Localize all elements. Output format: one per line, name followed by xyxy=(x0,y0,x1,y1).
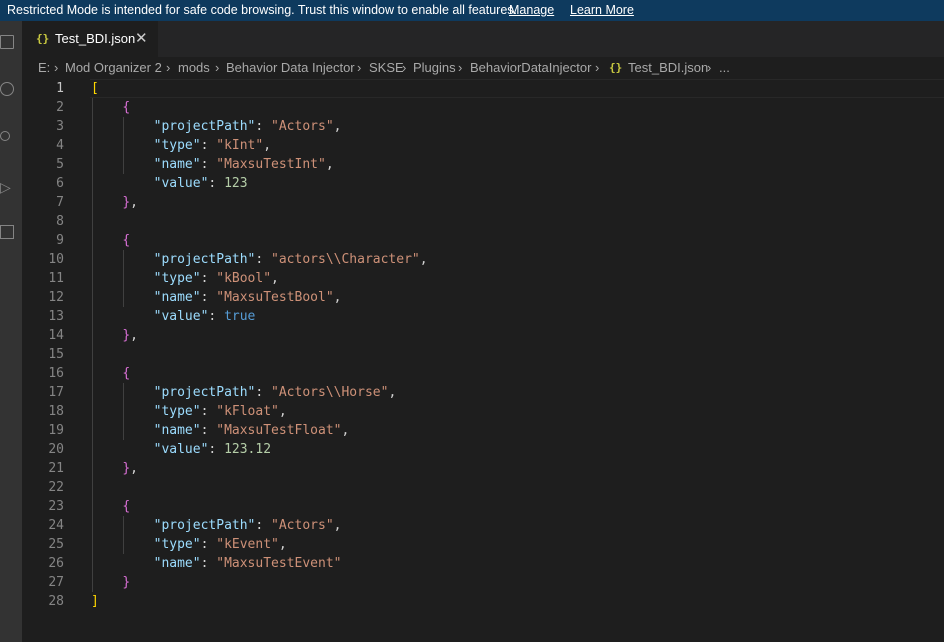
code-line: 21 }, xyxy=(48,461,138,476)
code-line: 13 "value": true xyxy=(48,309,256,324)
code-line: 12 "name": "MaxsuTestBool", xyxy=(48,290,342,305)
breadcrumb-item-behavior-data-injector[interactable]: Behavior Data Injector xyxy=(226,57,355,79)
chevron-right-icon: › xyxy=(595,60,600,75)
code-line: 8 xyxy=(56,214,64,229)
chevron-right-icon: › xyxy=(166,60,171,75)
breadcrumb-item-skse[interactable]: SKSE xyxy=(369,57,404,79)
code-line: 27 } xyxy=(48,575,131,590)
chevron-right-icon: › xyxy=(54,60,59,75)
code-line: 20 "value": 123.12 xyxy=(48,442,272,457)
code-line: 28] xyxy=(48,594,99,609)
code-line: 24 "projectPath": "Actors", xyxy=(48,518,342,533)
breadcrumb: E: › Mod Organizer 2 › mods › Behavior D… xyxy=(22,57,944,79)
tab-bar: {} Test_BDI.json ✕ xyxy=(22,21,944,57)
code-line: 14 }, xyxy=(48,328,138,343)
code-line: 1[ xyxy=(56,81,99,96)
code-line: 5 "name": "MaxsuTestInt", xyxy=(56,157,334,172)
code-line: 17 "projectPath": "Actors\\Horse", xyxy=(48,385,397,400)
banner-message: Restricted Mode is intended for safe cod… xyxy=(7,3,517,17)
json-file-icon: {} xyxy=(36,32,50,45)
learn-more-link[interactable]: Learn More xyxy=(570,0,634,20)
close-icon[interactable]: ✕ xyxy=(135,21,148,57)
code-line: 18 "type": "kFloat", xyxy=(48,404,287,419)
breadcrumb-item-plugins[interactable]: Plugins xyxy=(413,57,456,79)
json-file-icon: {} xyxy=(609,61,623,74)
explorer-icon[interactable] xyxy=(0,35,14,49)
breadcrumb-item-mods[interactable]: mods xyxy=(178,57,210,79)
code-line: 4 "type": "kInt", xyxy=(56,138,272,153)
code-line: 22 xyxy=(48,480,64,495)
tab-test-bdi-json[interactable]: {} Test_BDI.json ✕ xyxy=(22,21,158,57)
code-line: 7 }, xyxy=(56,195,138,210)
code-line: 10 "projectPath": "actors\\Character", xyxy=(48,252,428,267)
tab-label: Test_BDI.json xyxy=(55,31,136,46)
breadcrumb-item-behaviordatainjector[interactable]: BehaviorDataInjector xyxy=(470,57,591,79)
chevron-right-icon: › xyxy=(357,60,362,75)
breadcrumb-item-mod-organizer[interactable]: Mod Organizer 2 xyxy=(65,57,162,79)
code-line: 23 { xyxy=(48,499,131,514)
restricted-mode-banner: Restricted Mode is intended for safe cod… xyxy=(0,0,944,21)
code-line: 11 "type": "kBool", xyxy=(48,271,279,286)
code-line: 25 "type": "kEvent", xyxy=(48,537,287,552)
code-line: 19 "name": "MaxsuTestFloat", xyxy=(48,423,350,438)
code-line: 6 "value": 123 xyxy=(56,176,248,191)
chevron-right-icon: › xyxy=(402,60,407,75)
breadcrumb-item-file[interactable]: Test_BDI.json xyxy=(628,57,708,79)
extensions-icon[interactable] xyxy=(0,225,14,239)
code-line: 16 { xyxy=(48,366,131,381)
search-icon[interactable] xyxy=(0,82,14,96)
code-line: 9 { xyxy=(56,233,131,248)
chevron-right-icon: › xyxy=(707,60,712,75)
activity-bar: ▷ xyxy=(0,21,22,642)
code-line: 26 "name": "MaxsuTestEvent" xyxy=(48,556,342,571)
run-debug-icon[interactable]: ▷ xyxy=(0,180,14,194)
chevron-right-icon: › xyxy=(458,60,463,75)
chevron-right-icon: › xyxy=(215,60,220,75)
code-line: 15 xyxy=(48,347,64,362)
code-line: 2 { xyxy=(56,100,131,115)
code-editor[interactable]: 1[ 2 { 3 "projectPath": "Actors", 4 "typ… xyxy=(22,79,944,642)
breadcrumb-item-drive[interactable]: E: xyxy=(38,57,50,79)
source-control-icon[interactable] xyxy=(0,131,10,141)
code-line: 3 "projectPath": "Actors", xyxy=(56,119,342,134)
breadcrumb-item-symbols[interactable]: ... xyxy=(719,57,730,79)
manage-link[interactable]: Manage xyxy=(509,0,554,20)
